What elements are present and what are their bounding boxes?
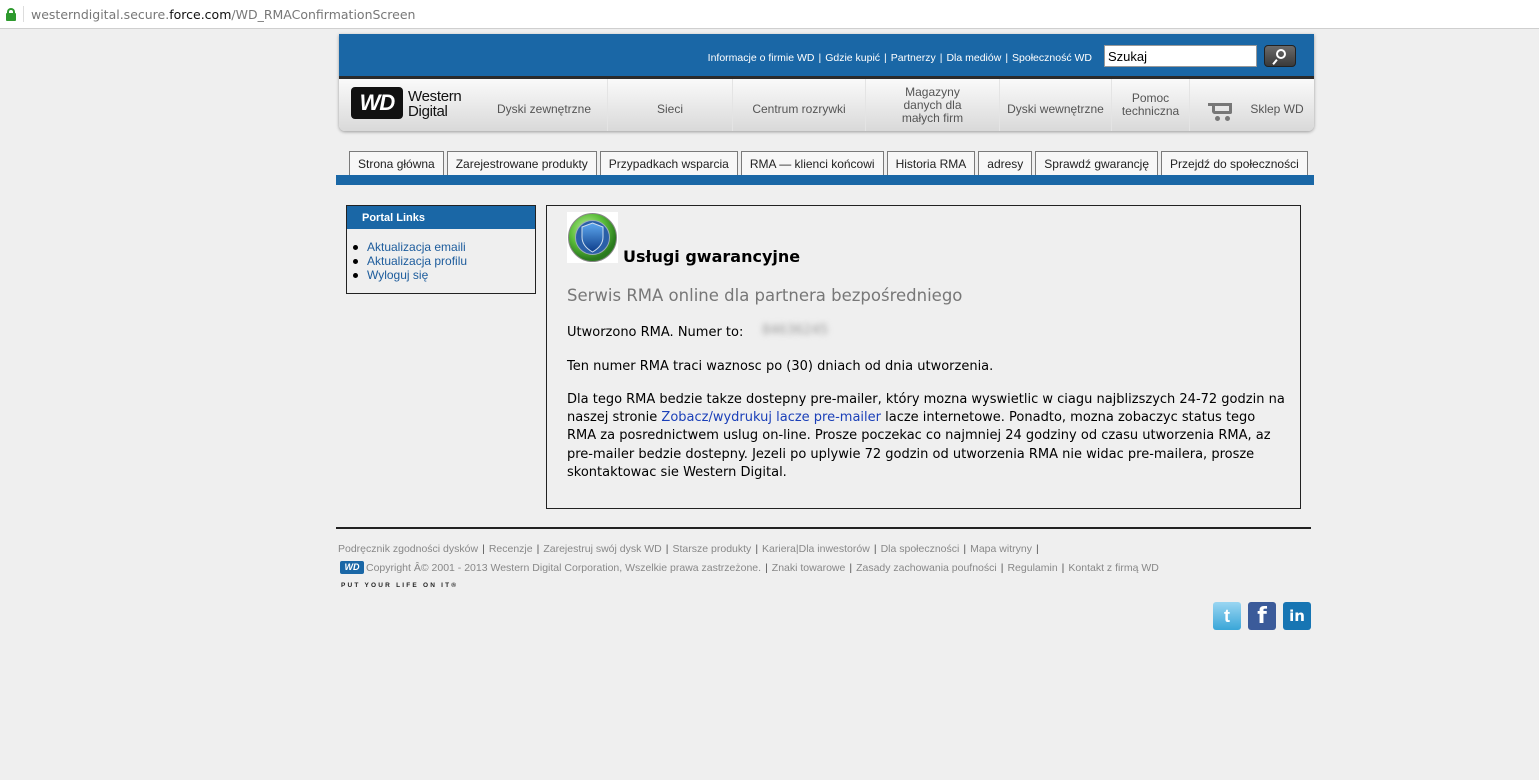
footer-link-compatibility[interactable]: Podręcznik zgodności dysków (338, 543, 478, 555)
url-domain: force.com (169, 7, 232, 22)
linkedin-icon[interactable]: in (1283, 602, 1311, 630)
tagline: PUT YOUR LIFE ON IT® (341, 582, 459, 589)
cart-icon (1208, 102, 1234, 122)
footer-link-older-products[interactable]: Starsze produkty (673, 543, 752, 555)
nav-external-drives[interactable]: Dyski zewnętrzne (484, 79, 604, 131)
nav-networks[interactable]: Sieci (607, 79, 732, 131)
shield-icon (567, 212, 618, 263)
top-link-media[interactable]: Dla mediów (946, 52, 1001, 64)
portal-links-title: Portal Links (347, 206, 535, 229)
list-item: Aktualizacja profilu (353, 254, 535, 268)
footer-link-privacy[interactable]: Zasady zachowania poufności (856, 562, 997, 574)
tab-support-cases[interactable]: Przypadkach wsparcia (599, 151, 738, 175)
search-input[interactable] (1104, 45, 1257, 67)
panel-subtitle: Serwis RMA online dla partnera bezpośred… (567, 286, 963, 305)
link-update-profile[interactable]: Aktualizacja profilu (367, 254, 467, 268)
site-header: Informacje o firmie WD | Gdzie kupić | Partn… (339, 34, 1314, 131)
footer-link-terms[interactable]: Regulamin (1007, 562, 1057, 574)
link-logout[interactable]: Wyloguj się (367, 268, 428, 282)
search-button[interactable] (1264, 45, 1296, 67)
tab-home[interactable]: Strona główna (349, 151, 444, 175)
rma-number: 84636245 (762, 323, 829, 338)
copyright-text: Copyright Â© 2001 - 2013 Western Digital… (366, 561, 762, 574)
list-item: Wyloguj się (353, 268, 535, 282)
address-separator (23, 6, 24, 22)
nav-internal-drives[interactable]: Dyski wewnętrzne (999, 79, 1111, 131)
tab-go-to-community[interactable]: Przejdź do społeczności (1161, 151, 1308, 175)
tab-addresses[interactable]: adresy (978, 151, 1033, 175)
portal-tabs: Strona główna Zarejestrowane produkty Pr… (349, 151, 1308, 175)
portal-links-list: Aktualizacja emaili Aktualizacja profilu… (353, 240, 535, 282)
address-bar[interactable]: westerndigital.secure.force.com/WD_RMACo… (0, 0, 1539, 29)
tab-registered-products[interactable]: Zarejestrowane produkty (446, 151, 597, 175)
footer-link-community[interactable]: Dla społeczności (881, 543, 960, 555)
tab-rma-end-customers[interactable]: RMA — klienci końcowi (740, 151, 884, 175)
footer-link-register[interactable]: Zarejestruj swój dysk WD (543, 543, 661, 555)
footer-legal-row: WD Copyright Â© 2001 - 2013 Western Digi… (340, 561, 1159, 574)
url-path: /WD_RMAConfirmationScreen (231, 7, 416, 22)
lock-icon (6, 8, 16, 21)
list-item: Aktualizacja emaili (353, 240, 535, 254)
top-link-partners[interactable]: Partnerzy (891, 52, 936, 64)
top-bar: Informacje o firmie WD | Gdzie kupić | Partn… (339, 34, 1314, 76)
tabs-underline-bar (336, 175, 1314, 185)
footer-link-trademarks[interactable]: Znaki towarowe (772, 562, 846, 574)
top-link-where-to-buy[interactable]: Gdzie kupić (825, 52, 880, 64)
top-links: Informacje o firmie WD | Gdzie kupić | Partn… (707, 52, 1092, 64)
rma-expiry-text: Ten numer RMA traci waznosc po (30) dnia… (567, 359, 994, 374)
top-link-community[interactable]: Społeczność WD (1012, 52, 1092, 64)
pre-mailer-link[interactable]: Zobacz/wydrukuj lacze pre-mailer (661, 410, 881, 425)
nav-support[interactable]: Pomoc techniczna (1111, 79, 1189, 131)
pre-mailer-info: Dla tego RMA bedzie takze dostepny pre-m… (567, 392, 1285, 480)
search-icon (1276, 49, 1286, 59)
panel-title: Usługi gwarancyjne (623, 247, 801, 266)
nav-entertainment[interactable]: Centrum rozrywki (732, 79, 865, 131)
url-prefix: westerndigital.secure. (31, 7, 170, 22)
url-text[interactable]: westerndigital.secure.force.com/WD_RMACo… (31, 7, 415, 22)
footer-link-reviews[interactable]: Recenzje (489, 543, 533, 555)
nav-small-business-storage[interactable]: Magazyny danych dla małych firm (865, 79, 999, 131)
portal-links-box: Portal Links Aktualizacja emaili Aktuali… (346, 205, 536, 294)
tab-rma-history[interactable]: Historia RMA (886, 151, 976, 175)
footer-wd-logo: WD (340, 561, 364, 574)
wd-logo[interactable]: WD Western Digital (351, 87, 473, 121)
footer-links-row: Podręcznik zgodności dysków | Recenzje | Zar… (338, 543, 1039, 555)
footer-link-contact[interactable]: Kontakt z firmą WD (1068, 562, 1158, 574)
twitter-icon[interactable]: t (1213, 602, 1241, 630)
tab-check-warranty[interactable]: Sprawdź gwarancję (1035, 151, 1159, 175)
top-link-about[interactable]: Informacje o firmie WD (708, 52, 815, 64)
main-nav: WD Western Digital Dyski zewnętrzne Sieci… (339, 79, 1314, 131)
facebook-icon[interactable]: f (1248, 602, 1276, 630)
rma-confirmation-panel: Usługi gwarancyjne Serwis RMA online dla… (546, 205, 1301, 509)
footer-divider (336, 527, 1311, 529)
footer-link-sitemap[interactable]: Mapa witryny (970, 543, 1032, 555)
rma-label: Utworzono RMA. Numer to: (567, 325, 744, 340)
logo-mark: WD (351, 87, 403, 119)
link-update-email[interactable]: Aktualizacja emaili (367, 240, 466, 254)
logo-text: Western Digital (408, 88, 462, 120)
footer-link-careers-investors[interactable]: Kariera|Dla inwestorów (762, 543, 870, 555)
